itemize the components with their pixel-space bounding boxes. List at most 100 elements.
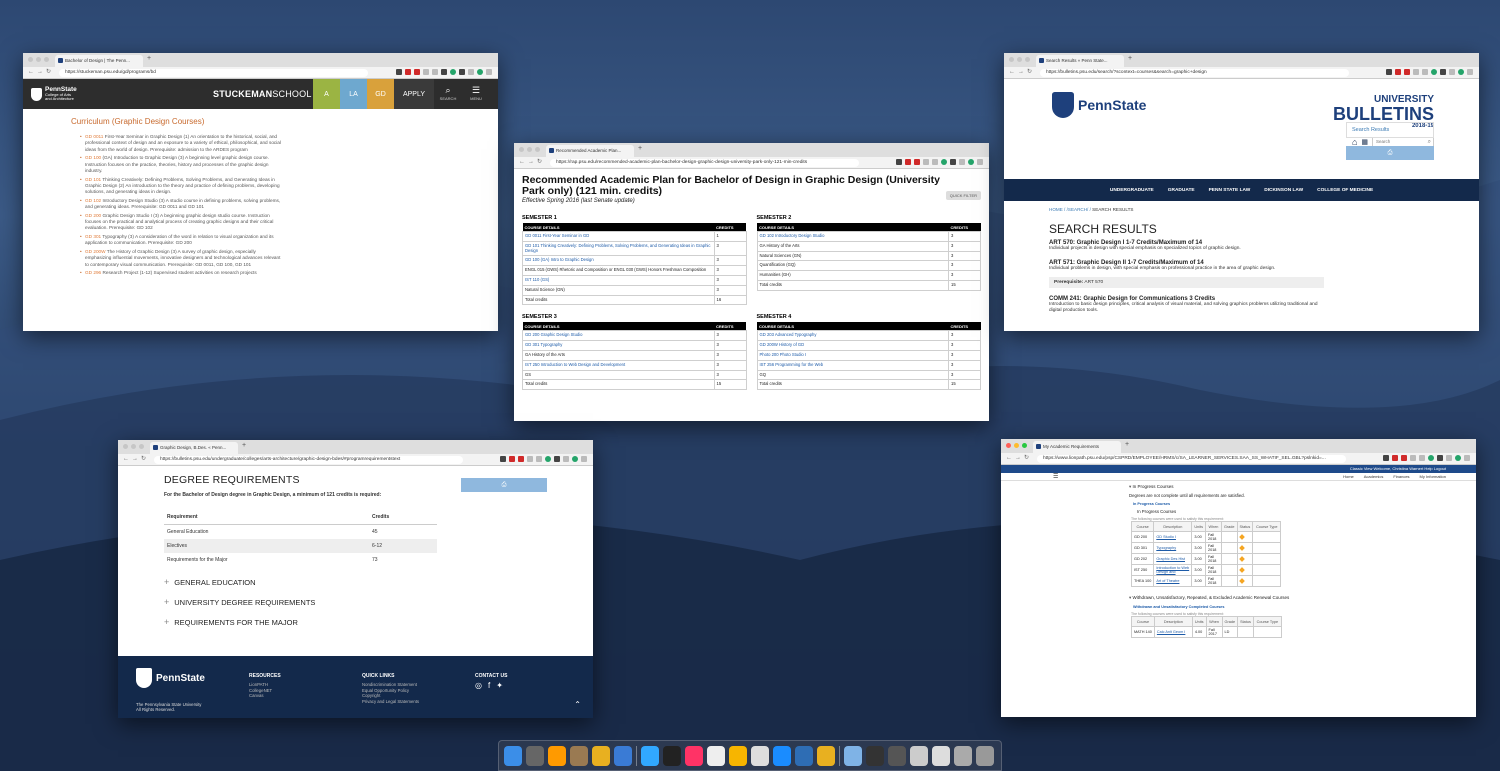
twitter-icon[interactable]: ✦ xyxy=(496,681,503,689)
instagram-icon[interactable]: ◎ xyxy=(475,681,482,689)
dashboard-icon[interactable] xyxy=(526,745,544,766)
course-code-link[interactable]: GD 0011 xyxy=(85,134,103,139)
finder-icon[interactable] xyxy=(504,745,522,766)
trash-icon[interactable] xyxy=(976,745,994,766)
nav-arrows-icon[interactable]: ←→↻ xyxy=(519,158,545,165)
photo-icon[interactable] xyxy=(954,745,972,766)
extension-icons[interactable] xyxy=(396,69,492,75)
menu-button[interactable]: ☰ MENU xyxy=(462,79,490,109)
nav-gd[interactable]: GD xyxy=(367,79,394,109)
result-item[interactable]: ART 570: Graphic Design I 1-7 Credits/Ma… xyxy=(1049,240,1324,252)
nav-apply[interactable]: APPLY xyxy=(394,79,434,109)
nav-arrows-icon[interactable]: ←→↻ xyxy=(123,455,149,462)
extension-icons[interactable] xyxy=(1386,69,1473,75)
nav-icon[interactable] xyxy=(795,745,813,766)
subsection-toggle[interactable]: In Progress Courses xyxy=(1133,502,1476,506)
nav-a[interactable]: A xyxy=(313,79,340,109)
back-to-top-icon[interactable]: ⌃ xyxy=(574,700,581,709)
tab-active[interactable]: Bachelor of Design | The Penn... xyxy=(55,55,143,67)
new-tab-icon[interactable]: + xyxy=(638,145,642,152)
nav-arrows-icon[interactable]: ←→↻ xyxy=(1009,68,1035,75)
folder-icon[interactable] xyxy=(844,745,862,766)
course-code-link[interactable]: GD 296 xyxy=(85,270,101,275)
psu-logo[interactable]: PennState College of Arts and Architecture xyxy=(23,86,213,102)
nav-arrows-icon[interactable]: ←→↻ xyxy=(1006,454,1032,461)
quick-filter-button[interactable]: QUICK FILTER xyxy=(945,191,981,200)
nav-arrows-icon[interactable]: ←→↻ xyxy=(28,68,54,75)
nav-item[interactable]: GRADUATE xyxy=(1168,188,1195,193)
menu-item[interactable]: Finances xyxy=(1393,474,1409,479)
extension-icons[interactable] xyxy=(500,456,587,462)
browser-window-stuckeman[interactable]: Bachelor of Design | The Penn... + ←→↻ h… xyxy=(23,53,498,331)
accordion-general-education[interactable]: + GENERAL EDUCATION xyxy=(164,577,593,587)
gem-icon[interactable] xyxy=(729,745,747,766)
notes-icon[interactable] xyxy=(570,745,588,766)
url-input[interactable]: https://bulletins.psu.edu/undergraduate/… xyxy=(154,456,463,464)
window-controls[interactable] xyxy=(1009,57,1030,62)
section-toggle[interactable]: Withdrawn, Unsatisfactory, Repeated, & E… xyxy=(1129,595,1476,601)
extension-icons[interactable] xyxy=(896,159,983,165)
chrome-icon[interactable] xyxy=(817,745,835,766)
tab-active[interactable]: Graphic Design, B.Des. « Penn... xyxy=(150,442,238,454)
illustrator-icon[interactable] xyxy=(548,745,566,766)
extension-icons[interactable] xyxy=(1383,455,1470,461)
result-item[interactable]: COMM 241: Graphic Design for Communicati… xyxy=(1049,296,1324,314)
top-links[interactable]: Classic View Welcome, Christina Warnert … xyxy=(1001,465,1476,473)
browser-window-rap[interactable]: Recommended Academic Plan... + ←→↻ https… xyxy=(514,143,989,421)
menu-icon[interactable]: ☰ xyxy=(1053,473,1058,480)
psu-logo[interactable]: PennState xyxy=(1052,92,1146,118)
search-button[interactable]: ⌕ SEARCH xyxy=(434,79,462,109)
tab-active[interactable]: Search Results « Penn State... xyxy=(1036,55,1124,67)
tab-active[interactable]: My Academic Requirements xyxy=(1033,441,1121,453)
nav-la[interactable]: LA xyxy=(340,79,367,109)
browser-window-lionpath[interactable]: My Academic Requirements + ←→↻ https://w… xyxy=(1001,439,1476,717)
url-input[interactable]: https://bulletins.psu.edu/search/?sconte… xyxy=(1040,69,1349,77)
nav-item[interactable]: COLLEGE OF MEDICINE xyxy=(1317,188,1373,193)
new-tab-icon[interactable]: + xyxy=(1125,441,1129,448)
itunes-icon[interactable] xyxy=(751,745,769,766)
result-item[interactable]: ART 571: Graphic Design II 1-7 Credits/M… xyxy=(1049,260,1324,272)
photoshop-icon[interactable] xyxy=(641,745,659,766)
doc-icon[interactable] xyxy=(932,745,950,766)
terminal-icon[interactable] xyxy=(663,745,681,766)
footer-logo[interactable]: PennState xyxy=(136,668,205,688)
nav-item[interactable]: DICKINSON LAW xyxy=(1264,188,1303,193)
course-code-link[interactable]: GD 200W xyxy=(85,249,106,254)
section-toggle[interactable]: In Progress Courses xyxy=(1129,484,1476,490)
course-code-link[interactable]: GD 301 xyxy=(85,234,101,239)
course-code-link[interactable]: GD 100 xyxy=(85,155,101,160)
screen-icon[interactable] xyxy=(866,745,884,766)
url-input[interactable]: https://www.lionpath.psu.edu/psp/CSPRD/E… xyxy=(1037,455,1346,463)
window-controls[interactable] xyxy=(28,57,49,62)
browser-window-degree-requirements[interactable]: Graphic Design, B.Des. « Penn... + ←→↻ h… xyxy=(118,440,593,718)
new-tab-icon[interactable]: + xyxy=(242,442,246,449)
sketch-icon[interactable] xyxy=(707,745,725,766)
subsection-toggle[interactable]: Withdrawn and Unsatisfactory Completed C… xyxy=(1133,605,1476,609)
accordion-university-degree[interactable]: + UNIVERSITY DEGREE REQUIREMENTS xyxy=(164,597,593,607)
chrome-icon[interactable] xyxy=(592,745,610,766)
new-tab-icon[interactable]: + xyxy=(147,55,151,62)
window-controls[interactable] xyxy=(519,147,540,152)
menu-item[interactable]: Home xyxy=(1343,474,1354,479)
safari-compass-icon[interactable] xyxy=(614,745,632,766)
folder-icon[interactable] xyxy=(888,745,906,766)
course-code-link[interactable]: GD 101 xyxy=(85,177,101,182)
menu-item[interactable]: Academics xyxy=(1364,474,1384,479)
course-code-link[interactable]: GD 102 xyxy=(85,198,101,203)
nav-item[interactable]: PENN STATE LAW xyxy=(1209,188,1251,193)
window-controls[interactable] xyxy=(1006,443,1027,448)
url-input[interactable]: https://rap.psu.edu/recommended-academic… xyxy=(550,159,859,167)
browser-window-bulletins-search[interactable]: Search Results « Penn State... + ←→↻ htt… xyxy=(1004,53,1479,331)
safari-icon[interactable] xyxy=(773,745,791,766)
nav-item[interactable]: UNDERGRADUATE xyxy=(1110,188,1154,193)
menu-item[interactable]: My Information xyxy=(1420,474,1446,479)
tab-active[interactable]: Recommended Academic Plan... xyxy=(546,145,634,157)
accordion-major[interactable]: + REQUIREMENTS FOR THE MAJOR xyxy=(164,617,593,627)
url-input[interactable]: https://stuckeman.psu.edu/gd/programs/bd xyxy=(59,69,368,77)
print-button[interactable]: ⎙ xyxy=(461,478,547,492)
search-results-link[interactable]: Search Results xyxy=(1346,122,1434,138)
print-button[interactable]: ⎙ xyxy=(1346,146,1434,160)
indesign-icon[interactable] xyxy=(685,745,703,766)
course-code-link[interactable]: GD 200 xyxy=(85,213,101,218)
doc-icon[interactable] xyxy=(910,745,928,766)
